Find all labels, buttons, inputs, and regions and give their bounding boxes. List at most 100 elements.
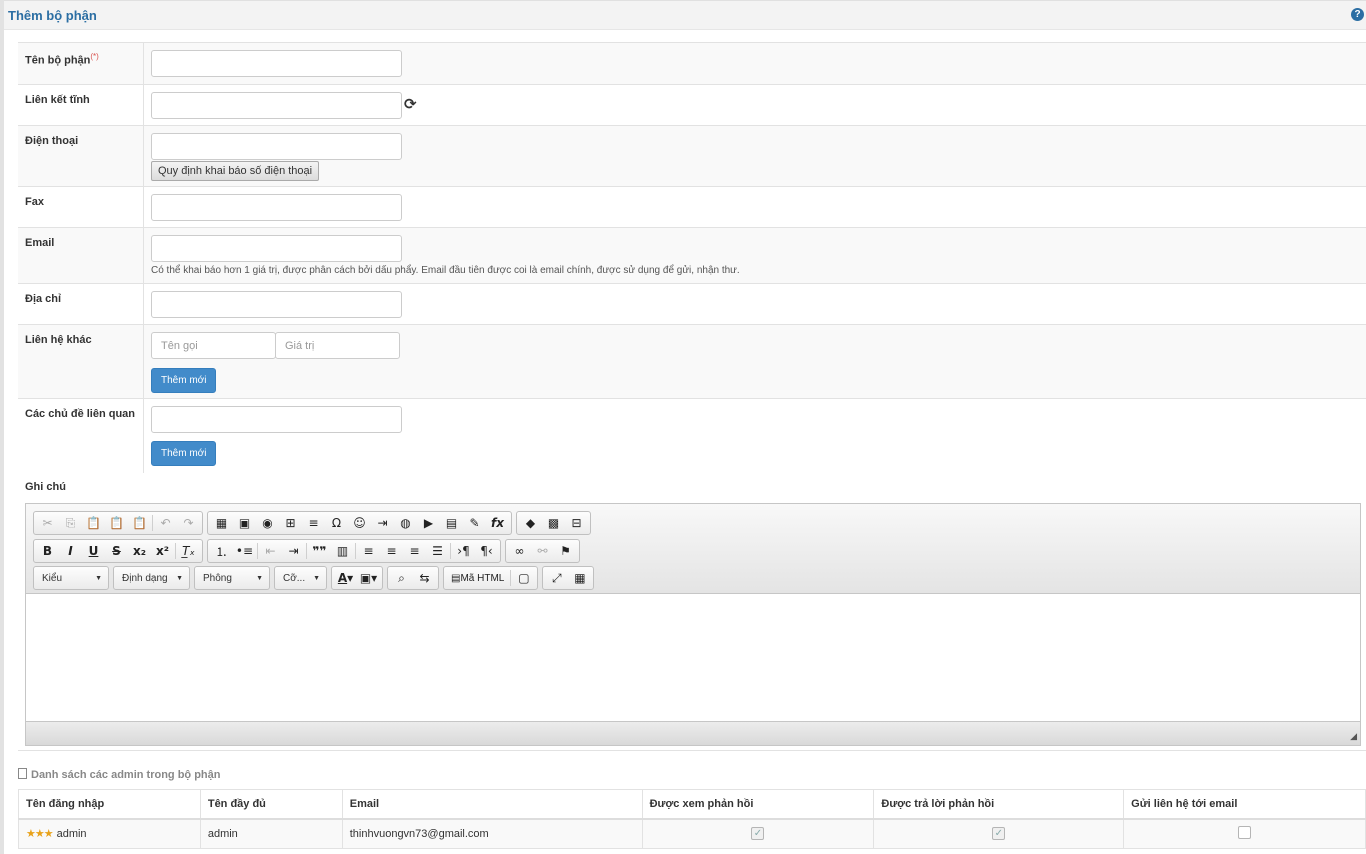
paste-word-icon[interactable]: 📋 bbox=[128, 512, 151, 534]
rich-text-editor: ✂ ⎘ 📋 📋 📋 ↶ ↷ ▦ ▣ ◉ ⊞ ≡ Ω ☺ ⇥ ◍ ▶ ▤ ✎ fx… bbox=[25, 503, 1361, 746]
add-contact-button[interactable]: Thêm mới bbox=[151, 368, 217, 393]
admin-rank-stars-icon: ★★★ bbox=[26, 828, 54, 841]
undo-icon[interactable]: ↶ bbox=[154, 512, 177, 534]
email-help-text: Có thể khai báo hơn 1 giá trị, được phân… bbox=[151, 265, 740, 276]
redo-icon[interactable]: ↷ bbox=[177, 512, 200, 534]
address-label: Địa chỉ bbox=[18, 284, 144, 324]
bulleted-list-icon[interactable]: •≡ bbox=[233, 540, 256, 562]
help-circle-icon[interactable]: ? bbox=[1351, 8, 1364, 21]
remove-format-icon[interactable]: T̲ₓ bbox=[177, 540, 200, 562]
format-combo[interactable]: Định dạng ▼ bbox=[113, 566, 190, 590]
link-global-icon[interactable]: ◆ bbox=[519, 512, 542, 534]
horizontal-line-icon[interactable]: ≡ bbox=[302, 512, 325, 534]
align-right-icon[interactable]: ≡ bbox=[403, 540, 426, 562]
underline-icon[interactable]: U bbox=[82, 540, 105, 562]
department-name-input[interactable] bbox=[151, 50, 402, 77]
cut-icon[interactable]: ✂ bbox=[36, 512, 59, 534]
send-email-cell bbox=[1123, 818, 1366, 849]
table-icon[interactable]: ⊞ bbox=[279, 512, 302, 534]
email-cell: thinhvuongvn73@gmail.com bbox=[341, 818, 643, 849]
find-icon[interactable]: ⌕ bbox=[390, 567, 413, 589]
style-combo[interactable]: Kiểu ▼ bbox=[33, 566, 109, 590]
video-icon[interactable]: ▩ bbox=[542, 512, 565, 534]
numbered-list-icon[interactable]: ⒈ bbox=[210, 540, 233, 562]
row-email: Email Có thể khai báo hơn 1 giá trị, đượ… bbox=[18, 228, 1366, 284]
contact-value-input[interactable]: Giá trị bbox=[275, 332, 400, 359]
column-header: Được trả lời phản hồi bbox=[873, 789, 1125, 820]
fax-input[interactable] bbox=[151, 194, 402, 221]
row-other-contacts: Liên hệ khác Tên gọi Giá trị Thêm mới bbox=[18, 325, 1366, 399]
page-break-icon[interactable]: ⇥ bbox=[371, 512, 394, 534]
spellcheck-icon[interactable]: ▦ bbox=[210, 512, 233, 534]
column-header: Gửi liên hệ tới email bbox=[1123, 789, 1366, 820]
phone-label: Điện thoại bbox=[18, 126, 144, 186]
text-color-icon[interactable]: A ▾ bbox=[334, 567, 357, 589]
flash-icon[interactable]: ◉ bbox=[256, 512, 279, 534]
source-html-button[interactable]: ▤ Mã HTML bbox=[446, 567, 509, 589]
can-view-checkbox[interactable]: ✓ bbox=[751, 827, 765, 841]
insert-item-icon[interactable]: ✎ bbox=[463, 512, 486, 534]
topics-input[interactable] bbox=[151, 406, 402, 433]
font-combo[interactable]: Phông ▼ bbox=[194, 566, 270, 590]
maximize-icon[interactable]: ⤢ bbox=[545, 567, 568, 589]
align-center-icon[interactable]: ≡ bbox=[380, 540, 403, 562]
italic-icon[interactable]: I bbox=[59, 540, 82, 562]
refresh-icon[interactable]: ⟳ bbox=[404, 95, 417, 113]
align-left-icon[interactable]: ≡ bbox=[357, 540, 380, 562]
bold-icon[interactable]: B bbox=[36, 540, 59, 562]
link-icon[interactable]: ∞ bbox=[508, 540, 531, 562]
collapse-toolbar-icon[interactable]: ⊟ bbox=[565, 512, 588, 534]
department-form: Tên bộ phận(*) Liên kết tĩnh ⟳ Điện thoạ… bbox=[18, 42, 1366, 474]
copy-icon[interactable]: ⎘ bbox=[59, 512, 82, 534]
paste-text-icon[interactable]: 📋 bbox=[105, 512, 128, 534]
notes-label: Ghi chú bbox=[25, 481, 66, 493]
phone-input[interactable] bbox=[151, 133, 402, 160]
background-color-icon[interactable]: ▣ ▾ bbox=[357, 567, 380, 589]
editor-status-bar: ◢ bbox=[26, 721, 1360, 745]
page-title: Thêm bộ phận bbox=[8, 8, 97, 23]
formula-icon[interactable]: fx bbox=[486, 512, 509, 534]
image-icon[interactable]: ▣ bbox=[233, 512, 256, 534]
chevron-down-icon: ▼ bbox=[313, 574, 320, 582]
can-view-cell: ✓ bbox=[641, 818, 875, 849]
special-char-icon[interactable]: Ω bbox=[325, 512, 348, 534]
unlink-icon[interactable]: ⚯ bbox=[531, 540, 554, 562]
resize-handle-icon[interactable]: ◢ bbox=[1350, 731, 1357, 742]
preview-icon[interactable]: ▢ bbox=[512, 567, 535, 589]
panel-header: Thêm bộ phận ? bbox=[4, 0, 1366, 30]
add-topic-button[interactable]: Thêm mới bbox=[151, 441, 217, 466]
column-header: Tên đăng nhập bbox=[18, 789, 201, 820]
youtube-icon[interactable]: ▶ bbox=[417, 512, 440, 534]
can-reply-checkbox[interactable]: ✓ bbox=[992, 827, 1006, 841]
anchor-flag-icon[interactable]: ⚑ bbox=[554, 540, 577, 562]
address-input[interactable] bbox=[151, 291, 402, 318]
static-link-input[interactable] bbox=[151, 92, 402, 119]
superscript-icon[interactable]: x² bbox=[151, 540, 174, 562]
smiley-icon[interactable]: ☺ bbox=[348, 512, 371, 534]
strikethrough-icon[interactable]: S bbox=[105, 540, 128, 562]
template-icon[interactable]: ▤ bbox=[440, 512, 463, 534]
rtl-icon[interactable]: ¶‹ bbox=[475, 540, 498, 562]
iframe-icon[interactable]: ◍ bbox=[394, 512, 417, 534]
chevron-down-icon: ▼ bbox=[176, 574, 183, 582]
ltr-icon[interactable]: ›¶ bbox=[452, 540, 475, 562]
replace-icon[interactable]: ⇆ bbox=[413, 567, 436, 589]
indent-icon[interactable]: ⇥ bbox=[282, 540, 305, 562]
blockquote-icon[interactable]: ❞❞ bbox=[308, 540, 331, 562]
div-container-icon[interactable]: ▥ bbox=[331, 540, 354, 562]
username-cell: ★★★ admin bbox=[18, 818, 201, 849]
fax-label: Fax bbox=[18, 187, 144, 227]
align-justify-icon[interactable]: ☰ bbox=[426, 540, 449, 562]
paste-icon[interactable]: 📋 bbox=[82, 512, 105, 534]
size-combo[interactable]: Cỡ... ▼ bbox=[274, 566, 327, 590]
chevron-down-icon: ▼ bbox=[95, 574, 102, 582]
contact-name-input[interactable]: Tên gọi bbox=[151, 332, 276, 359]
phone-rules-button[interactable]: Quy định khai báo số điện thoại bbox=[151, 161, 320, 181]
email-input[interactable] bbox=[151, 235, 402, 262]
outdent-icon[interactable]: ⇤ bbox=[259, 540, 282, 562]
subscript-icon[interactable]: x₂ bbox=[128, 540, 151, 562]
send-email-checkbox[interactable] bbox=[1238, 825, 1252, 839]
email-label: Email bbox=[18, 228, 144, 283]
show-blocks-icon[interactable]: ▦ bbox=[568, 567, 591, 589]
editor-content-area[interactable] bbox=[26, 594, 1360, 721]
